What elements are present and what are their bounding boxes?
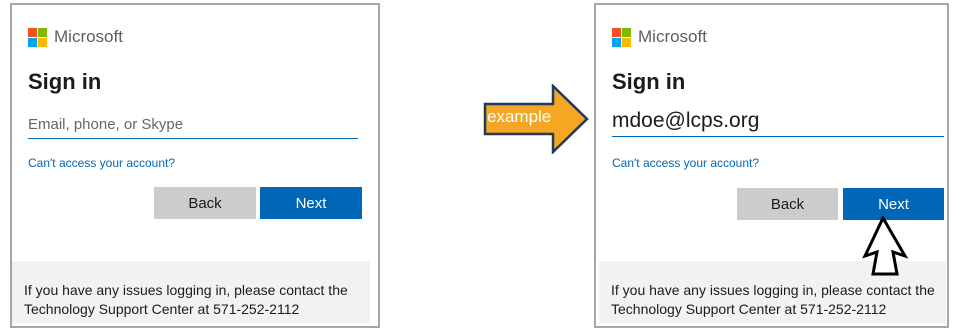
sign-in-panel-filled: Microsoft Sign in Can't access your acco… <box>594 3 949 328</box>
page-title: Sign in <box>28 69 102 94</box>
email-input[interactable] <box>28 111 358 139</box>
back-button[interactable]: Back <box>154 187 256 219</box>
email-input[interactable] <box>612 105 944 137</box>
example-label: example <box>487 107 552 126</box>
microsoft-logo-icon <box>28 27 47 47</box>
microsoft-logo-icon <box>612 27 631 47</box>
page-title: Sign in <box>612 69 686 94</box>
sign-in-panel-empty: Microsoft Sign in Can't access your acco… <box>10 3 380 328</box>
pointer-arrow-icon <box>862 216 909 276</box>
microsoft-logo: Microsoft <box>612 27 707 47</box>
microsoft-logo: Microsoft <box>28 27 123 47</box>
cant-access-account-link[interactable]: Can't access your account? <box>612 156 759 170</box>
cant-access-account-link[interactable]: Can't access your account? <box>28 156 175 170</box>
brand-name: Microsoft <box>638 27 707 46</box>
brand-name: Microsoft <box>54 27 123 46</box>
back-button[interactable]: Back <box>737 188 838 220</box>
support-footer: If you have any issues logging in, pleas… <box>12 261 370 323</box>
next-button[interactable]: Next <box>260 187 362 219</box>
